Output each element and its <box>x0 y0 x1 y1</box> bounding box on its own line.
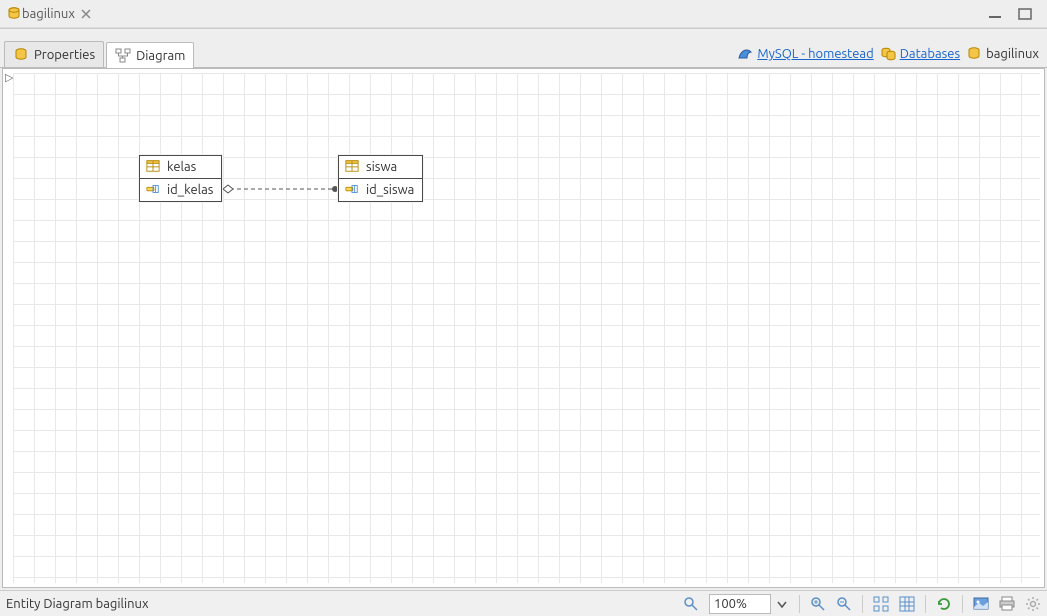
statusbar: Entity Diagram bagilinux 100% <box>0 590 1047 616</box>
zoom-dropdown[interactable] <box>775 597 789 611</box>
database-icon <box>966 46 982 62</box>
separator <box>799 595 800 613</box>
separator <box>925 595 926 613</box>
status-text: Entity Diagram bagilinux <box>6 597 149 611</box>
window-controls <box>987 8 1041 20</box>
layout-icon[interactable] <box>873 596 889 612</box>
column-name: id_siswa <box>366 183 414 197</box>
breadcrumb-connection[interactable]: MySQL - homestead <box>737 46 873 62</box>
entity-name: kelas <box>167 160 196 174</box>
tab-properties[interactable]: Properties <box>4 41 104 67</box>
databases-icon <box>880 46 896 62</box>
primary-key-icon <box>146 182 162 198</box>
database-icon <box>6 6 22 22</box>
refresh-icon[interactable] <box>936 596 952 612</box>
tabstrip: Properties Diagram MySQL - homestead Dat… <box>0 40 1047 68</box>
maximize-button[interactable] <box>1017 8 1033 20</box>
canvas-grid <box>13 73 1040 583</box>
diagram-icon <box>115 48 131 64</box>
entity-siswa[interactable]: siswa id_siswa <box>338 155 423 202</box>
diagram-canvas[interactable]: ▷ kelas id_kelas siswa <box>2 68 1045 588</box>
primary-key-icon <box>345 182 361 198</box>
entity-header: kelas <box>140 156 221 179</box>
print-icon[interactable] <box>999 596 1015 612</box>
entity-column: id_kelas <box>140 179 221 201</box>
breadcrumb-database: bagilinux <box>966 46 1039 62</box>
tab-diagram[interactable]: Diagram <box>106 42 194 68</box>
diagram-toolbar <box>810 595 1041 613</box>
editor-tab-bar: bagilinux <box>0 0 1047 28</box>
mysql-icon <box>737 46 753 62</box>
editor-tab-title: bagilinux <box>22 7 75 21</box>
zoom-value[interactable]: 100% <box>709 594 771 614</box>
export-image-icon[interactable] <box>973 596 989 612</box>
divider <box>0 28 1047 40</box>
close-tab-button[interactable] <box>81 9 91 19</box>
tab-label: Diagram <box>136 49 185 63</box>
table-icon <box>146 159 162 175</box>
zoom-in-icon[interactable] <box>810 596 826 612</box>
breadcrumb-databases[interactable]: Databases <box>880 46 960 62</box>
table-icon <box>345 159 361 175</box>
column-name: id_kelas <box>167 183 213 197</box>
settings-icon[interactable] <box>1025 596 1041 612</box>
minimize-button[interactable] <box>987 8 1003 20</box>
entity-name: siswa <box>366 160 397 174</box>
entity-kelas[interactable]: kelas id_kelas <box>139 155 222 202</box>
entity-header: siswa <box>339 156 422 179</box>
separator <box>962 595 963 613</box>
zoom-control: 100% <box>709 594 789 614</box>
search-icon[interactable] <box>683 596 699 612</box>
zoom-out-icon[interactable] <box>836 596 852 612</box>
breadcrumb: MySQL - homestead Databases bagilinux <box>737 41 1047 67</box>
entity-column: id_siswa <box>339 179 422 201</box>
grid-icon[interactable] <box>899 596 915 612</box>
tab-label: Properties <box>34 48 95 62</box>
properties-icon <box>13 47 29 63</box>
separator <box>862 595 863 613</box>
